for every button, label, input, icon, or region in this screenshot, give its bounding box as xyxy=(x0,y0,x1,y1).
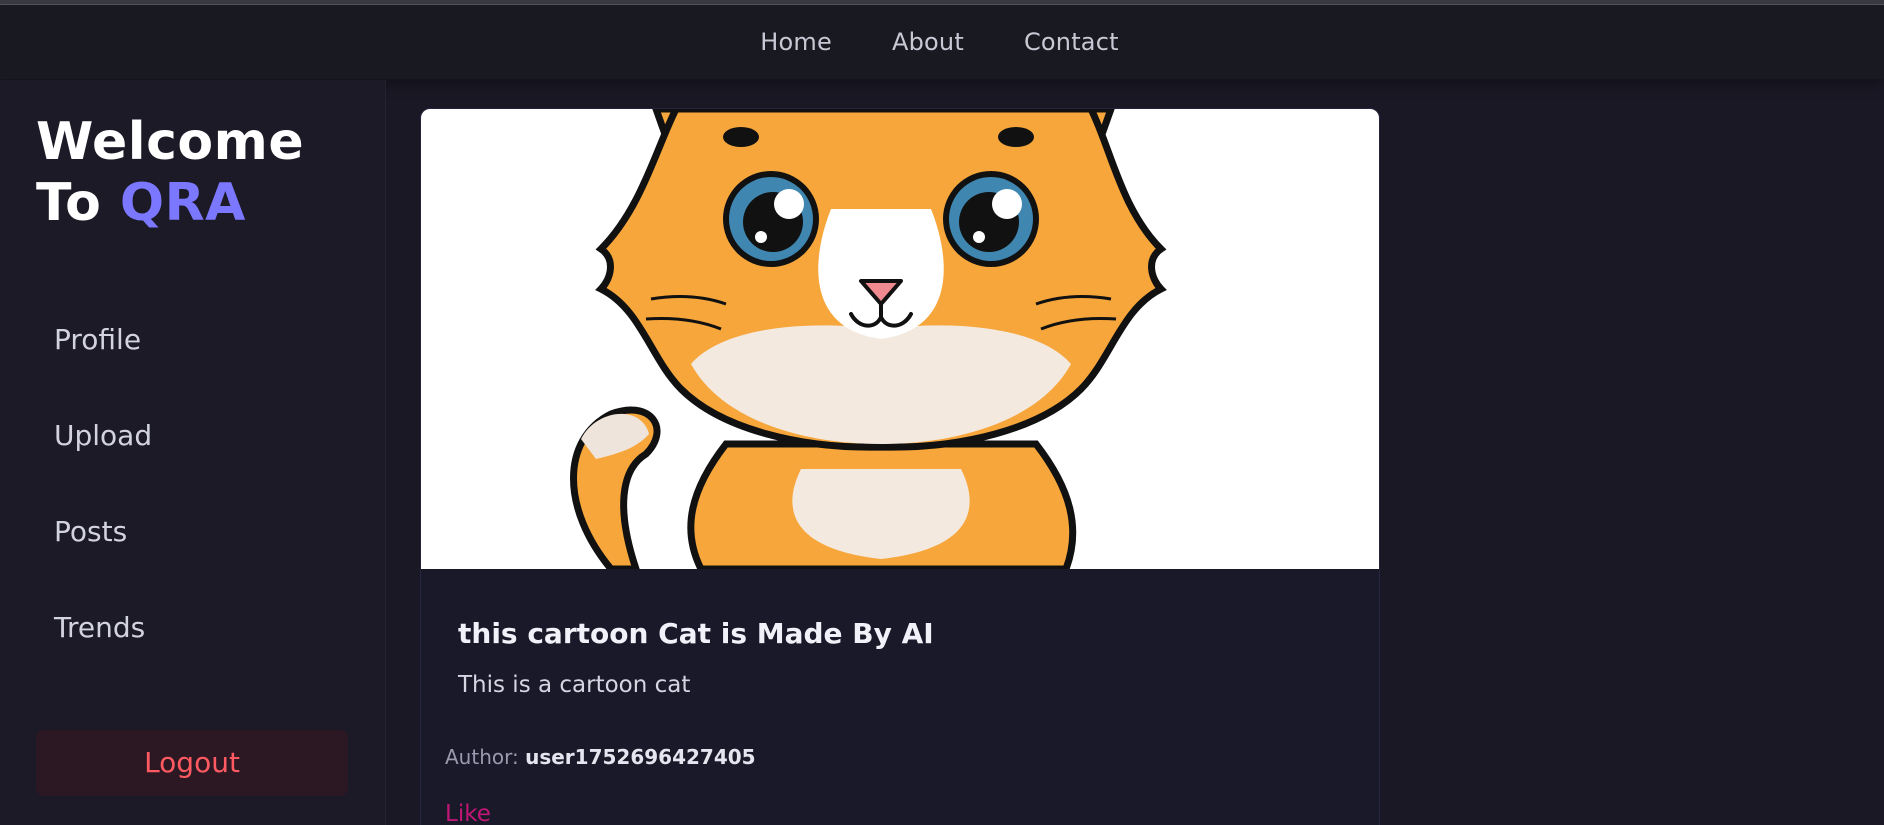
cartoon-cat-illustration xyxy=(570,109,1167,573)
brand-line-1: Welcome xyxy=(36,112,305,172)
post-description: This is a cartoon cat xyxy=(458,672,691,698)
brand-title: Welcome To QRA xyxy=(36,112,304,234)
logout-button[interactable]: Logout xyxy=(36,730,348,796)
brand-accent: QRA xyxy=(119,173,246,233)
post-image xyxy=(421,109,1379,573)
sidebar: Welcome To QRA Profile Upload Posts Tren… xyxy=(0,80,386,825)
nav-about-link[interactable]: About xyxy=(892,28,964,56)
nav-contact-link[interactable]: Contact xyxy=(1024,28,1119,56)
brand-line-2: To QRA xyxy=(36,173,304,234)
nav-home-link[interactable]: Home xyxy=(760,28,832,56)
sidebar-item-profile[interactable]: Profile xyxy=(54,323,141,356)
sidebar-item-posts[interactable]: Posts xyxy=(54,515,127,548)
sidebar-item-upload[interactable]: Upload xyxy=(54,419,152,452)
like-button[interactable]: Like xyxy=(445,801,491,825)
author-name: user1752696427405 xyxy=(525,745,756,769)
post-card: this cartoon Cat is Made By AI This is a… xyxy=(420,108,1380,825)
top-nav: Home About Contact xyxy=(0,5,1884,79)
author-label: Author: xyxy=(445,745,519,769)
post-title: this cartoon Cat is Made By AI xyxy=(458,617,934,650)
post-author: Author: user1752696427405 xyxy=(445,745,756,769)
sidebar-item-trends[interactable]: Trends xyxy=(54,611,145,644)
brand-prefix: To xyxy=(36,173,120,233)
